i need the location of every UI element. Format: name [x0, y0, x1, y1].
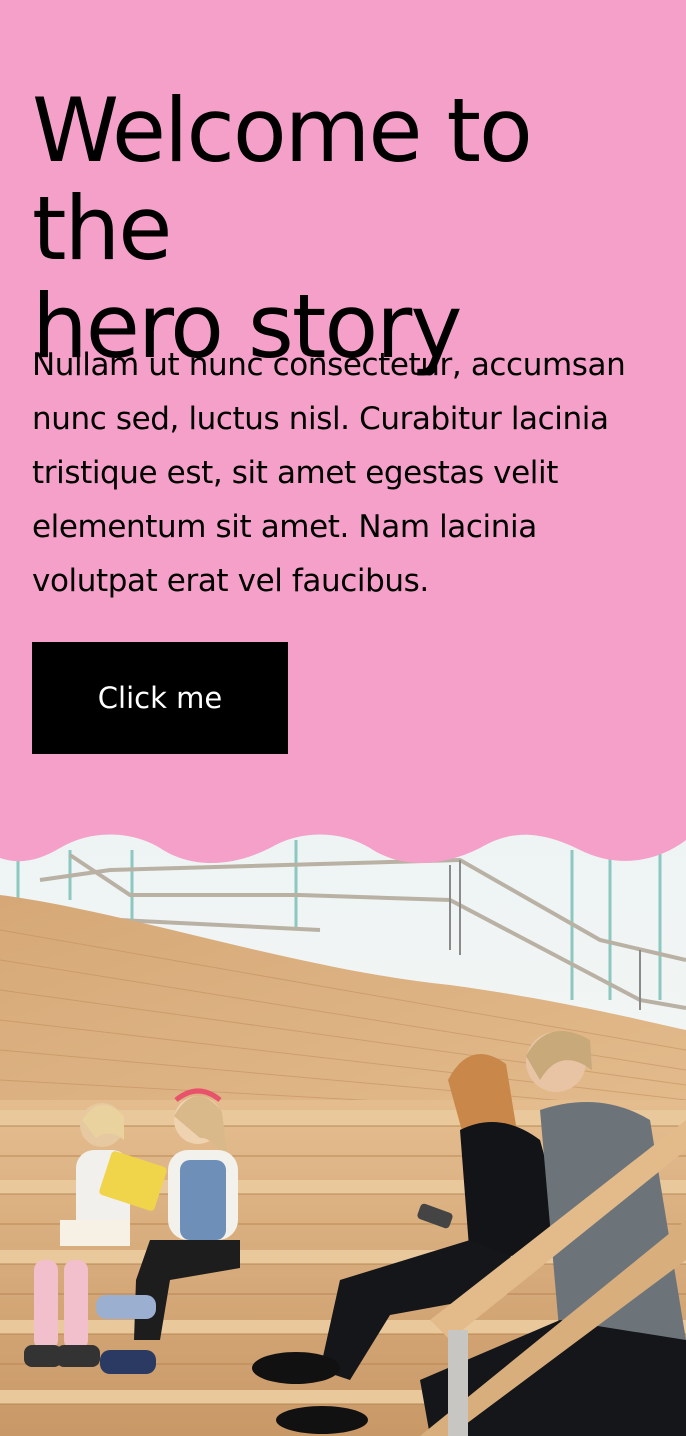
hero-title-line-1: Welcome to the	[32, 79, 533, 280]
hero-image	[0, 820, 686, 1436]
hero-title: Welcome to the hero story	[32, 82, 672, 376]
hero-section: Welcome to the hero story Nullam ut nunc…	[0, 0, 686, 1436]
hero-body-text: Nullam ut nunc consectetur, accumsan nun…	[32, 347, 626, 599]
click-me-button[interactable]: Click me	[32, 642, 288, 754]
